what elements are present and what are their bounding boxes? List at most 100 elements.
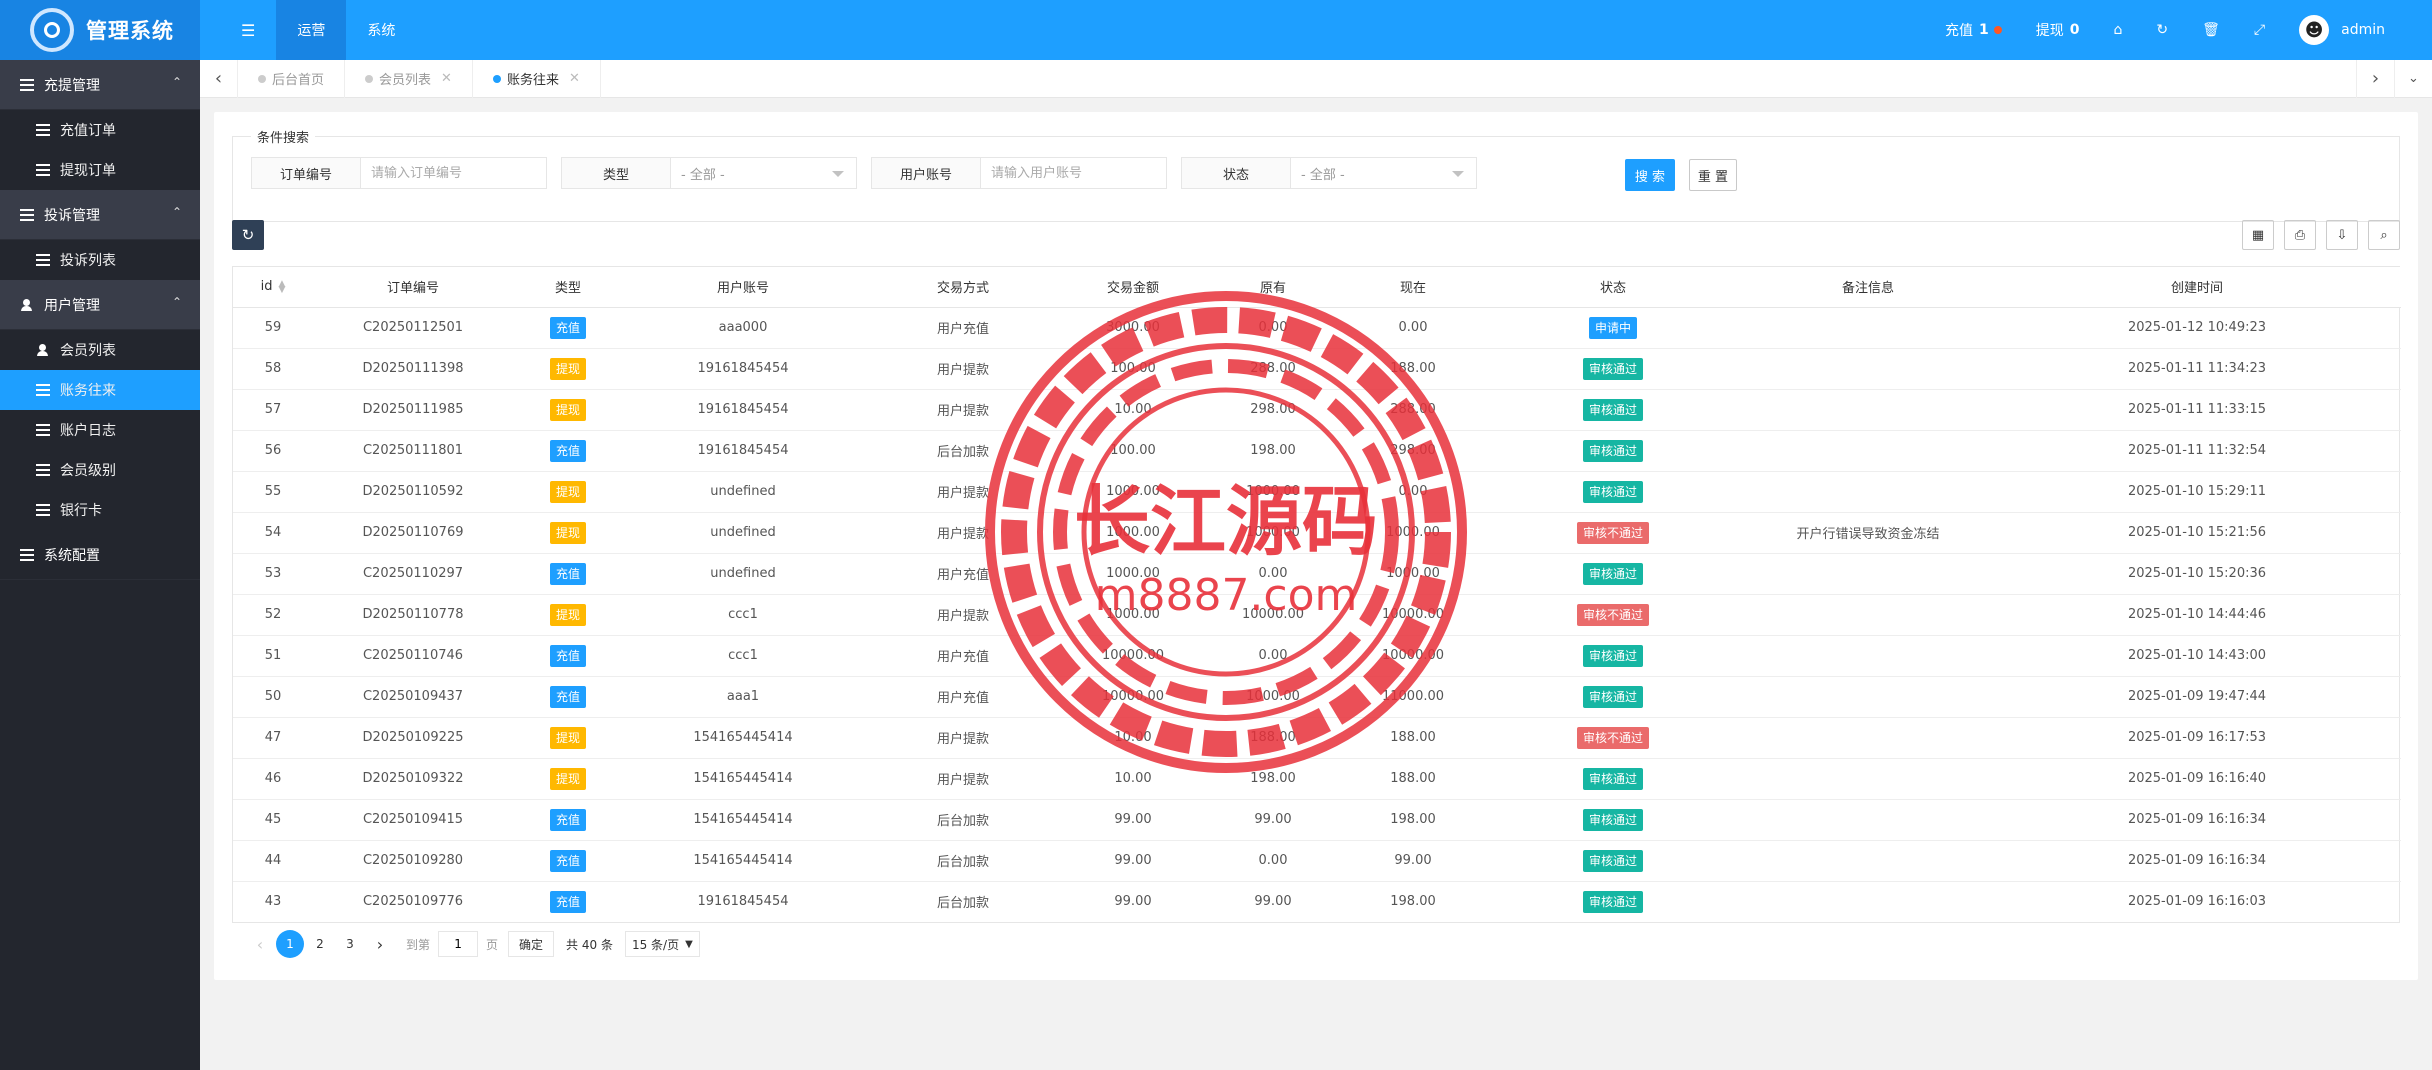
- type-badge: 充值: [549, 439, 586, 462]
- prev-page-button[interactable]: ‹: [246, 930, 274, 958]
- sidebar-group-users[interactable]: 用户管理 ⌃: [0, 280, 200, 330]
- tab-dot: [365, 74, 374, 83]
- table-cell: 2025-01-09 16:16:34: [1993, 799, 2401, 841]
- table-cell: 188.00: [1203, 717, 1343, 759]
- refresh-icon[interactable]: ↻: [2139, 0, 2185, 60]
- sidebar-item-member-level[interactable]: 会员级别: [0, 450, 200, 490]
- table-cell: 188.00: [1343, 348, 1483, 390]
- logo[interactable]: 管理系统: [0, 0, 200, 60]
- table-cell: [1743, 635, 1993, 677]
- column-header: 状态: [1483, 267, 1743, 308]
- search-button[interactable]: 搜 索: [1625, 159, 1675, 191]
- table-cell: [1743, 348, 1993, 390]
- sidebar-item-bank-card[interactable]: 银行卡: [0, 490, 200, 530]
- menu-toggle-button[interactable]: ☰: [220, 0, 276, 60]
- top-menu-system[interactable]: 系统: [346, 0, 416, 60]
- next-page-button[interactable]: ›: [366, 930, 394, 958]
- account-input[interactable]: [981, 157, 1167, 189]
- column-header: 订单编号: [313, 267, 513, 308]
- table-cell: 后台加款: [863, 430, 1063, 472]
- fullscreen-icon[interactable]: ⤢: [2237, 0, 2282, 60]
- chevron-up-icon: ⌃: [171, 205, 182, 219]
- table-row: 47 D20250109225 提现 154165445414 用户提款 10.00 188…: [233, 717, 2401, 759]
- table-body: 59 C20250112501 充值 aaa000 用户充值 3000.00 0.00 0.0…: [233, 307, 2401, 922]
- table-row: 58 D20250111398 提现 19161845454 用户提款 100.00 288…: [233, 348, 2401, 390]
- pagination: ‹ 1 2 3 › 到第 页 确定 共 40 条 15 条/页 ▼: [246, 930, 700, 958]
- sidebar-item-complaint-list[interactable]: 投诉列表: [0, 240, 200, 280]
- gear-logo-icon: [30, 8, 74, 52]
- status-select[interactable]: - 全部 -: [1291, 157, 1477, 189]
- table-cell: undefined: [623, 512, 863, 554]
- clear-cache-icon[interactable]: 🗑: [2185, 0, 2237, 60]
- reset-button[interactable]: 重 置: [1689, 159, 1737, 191]
- sidebar-item-transactions[interactable]: 账务往来: [0, 370, 200, 410]
- page-2-button[interactable]: 2: [306, 930, 334, 958]
- user-menu[interactable]: ☻ admin: [2282, 0, 2402, 60]
- page-3-button[interactable]: 3: [336, 930, 364, 958]
- search-icon[interactable]: ⌕: [2368, 220, 2400, 250]
- sidebar-item-label: 银行卡: [60, 503, 102, 519]
- list-icon: [36, 124, 50, 136]
- type-cell: 提现: [513, 717, 623, 759]
- page-size-select[interactable]: 15 条/页 ▼: [624, 931, 700, 957]
- top-menu-operations[interactable]: 运营: [276, 0, 347, 60]
- type-cell: 充值: [513, 635, 623, 677]
- order-number-filter: 订单编号: [251, 157, 547, 189]
- close-icon[interactable]: ✕: [569, 71, 580, 86]
- goto-page-input[interactable]: [438, 931, 479, 957]
- table-cell: undefined: [623, 471, 863, 513]
- order-number-input[interactable]: [361, 157, 547, 189]
- columns-filter-icon[interactable]: ▦: [2242, 220, 2274, 250]
- table-refresh-button[interactable]: ↻: [232, 220, 264, 250]
- tab-scroll-right-button[interactable]: ›: [2356, 59, 2394, 98]
- table-cell: 10.00: [1063, 758, 1203, 800]
- status-cell: 审核通过: [1483, 389, 1743, 431]
- tab-member-list[interactable]: 会员列表 ✕: [345, 59, 473, 98]
- table-cell: D20250109322: [313, 758, 513, 800]
- print-icon[interactable]: ⎙: [2284, 220, 2316, 250]
- table-header-row: id ▲ ▼ 订单编号 类型 用户账号 交易方式 交易金额 原有 现在 状态 备注信…: [233, 267, 2401, 308]
- list-icon: [20, 78, 34, 91]
- table-cell: 99.00: [1343, 840, 1483, 882]
- table-row: 52 D20250110778 提现 ccc1 用户提款 1000.00 10000.00 1…: [233, 594, 2401, 636]
- table-cell: 10.00: [1063, 717, 1203, 759]
- sidebar-group-complaints[interactable]: 投诉管理 ⌃: [0, 190, 200, 240]
- close-icon[interactable]: ✕: [441, 71, 452, 86]
- transactions-table: id ▲ ▼ 订单编号 类型 用户账号 交易方式 交易金额 原有 现在 状态 备注信…: [232, 266, 2401, 923]
- home-icon[interactable]: ⌂: [2097, 0, 2140, 60]
- table-cell: undefined: [623, 553, 863, 595]
- type-select[interactable]: - 全部 -: [671, 157, 857, 189]
- table-cell: 58: [233, 348, 313, 390]
- page-1-button[interactable]: 1: [276, 930, 304, 958]
- sidebar-item-account-log[interactable]: 账户日志: [0, 410, 200, 450]
- type-badge: 提现: [549, 767, 586, 790]
- table-cell: [1743, 430, 1993, 472]
- type-cell: 充值: [513, 840, 623, 882]
- table-cell: 2025-01-11 11:33:15: [1993, 389, 2401, 431]
- table-cell: 99.00: [1063, 840, 1203, 882]
- table-cell: 19161845454: [623, 430, 863, 472]
- table-cell: 154165445414: [623, 799, 863, 841]
- goto-label: 到第: [406, 937, 431, 952]
- sidebar-item-member-list[interactable]: 会员列表: [0, 330, 200, 370]
- tab-home[interactable]: 后台首页: [238, 59, 346, 98]
- column-header: 用户账号: [623, 267, 863, 308]
- list-icon: [36, 164, 50, 176]
- tab-transactions[interactable]: 账务往来 ✕: [473, 59, 601, 98]
- withdraw-notice[interactable]: 提现 0: [2019, 0, 2097, 60]
- status-cell: 审核不通过: [1483, 594, 1743, 636]
- sidebar-item-recharge-orders[interactable]: 充值订单: [0, 110, 200, 150]
- column-header[interactable]: id ▲ ▼: [233, 267, 313, 308]
- list-icon: [36, 504, 50, 516]
- goto-confirm-button[interactable]: 确定: [508, 931, 555, 957]
- sidebar-group-recharge[interactable]: 充提管理 ⌃: [0, 60, 200, 110]
- tab-options-chevron-down-icon[interactable]: ⌄: [2394, 59, 2432, 98]
- table-cell: 1000.00: [1203, 676, 1343, 718]
- export-icon[interactable]: ⇩: [2326, 220, 2358, 250]
- tab-bar-right: › ⌄: [2356, 59, 2432, 98]
- tab-scroll-left-button[interactable]: ‹: [200, 59, 238, 98]
- sidebar-group-system-config[interactable]: 系统配置: [0, 530, 200, 580]
- sidebar-item-withdraw-orders[interactable]: 提现订单: [0, 150, 200, 190]
- recharge-notice[interactable]: 充值 1: [1928, 0, 2019, 60]
- table-cell: 188.00: [1343, 717, 1483, 759]
